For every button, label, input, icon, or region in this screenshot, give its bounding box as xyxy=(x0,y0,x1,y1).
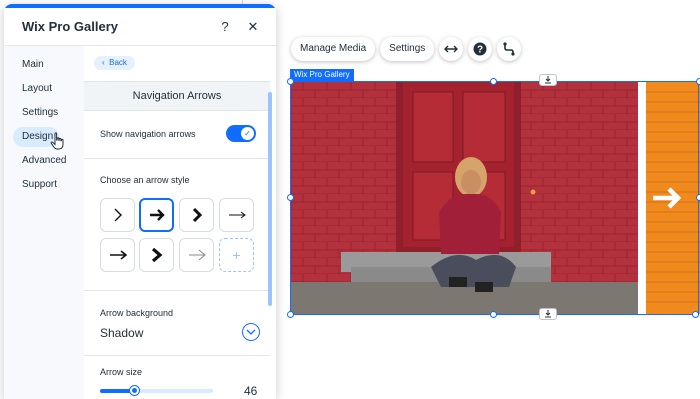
check-icon: ✓ xyxy=(241,127,254,140)
close-icon: ✕ xyxy=(247,18,259,34)
sidebar-item-label: Main xyxy=(22,59,44,70)
arrow-size-value[interactable]: 46 xyxy=(244,384,257,398)
section-title: Navigation Arrows xyxy=(84,81,270,111)
back-label: Back xyxy=(109,58,127,67)
sidebar-item-label: Settings xyxy=(22,107,59,118)
arrow-size-label: Arrow size xyxy=(100,367,143,377)
resize-handle[interactable] xyxy=(696,194,700,201)
add-arrow-style-button[interactable]: + xyxy=(219,238,254,272)
plus-icon: + xyxy=(232,247,241,263)
sidebar-item-label: Advanced xyxy=(22,155,67,166)
panel-title: Wix Pro Gallery xyxy=(22,19,118,34)
divider xyxy=(84,355,270,356)
bold-chevron-icon xyxy=(192,207,202,223)
sidebar-item-support[interactable]: Support xyxy=(4,173,84,197)
connect-icon[interactable] xyxy=(497,37,522,61)
sidebar-item-design[interactable]: Design xyxy=(4,125,84,150)
divider xyxy=(84,290,270,291)
resize-handle[interactable] xyxy=(490,78,497,85)
gallery-selection-frame xyxy=(290,81,699,315)
sidebar-item-label: Support xyxy=(22,179,58,190)
arrow-style-bold-arrow[interactable] xyxy=(139,198,174,232)
thin-long-arrow-icon xyxy=(228,211,246,219)
help-button[interactable]: ? xyxy=(214,16,236,38)
settings-button[interactable]: Settings xyxy=(380,37,435,61)
resize-handle[interactable] xyxy=(490,311,497,318)
stretch-icon[interactable] xyxy=(439,37,464,61)
resize-handle[interactable] xyxy=(287,194,294,201)
arrow-style-heavy-chevron[interactable] xyxy=(139,238,174,272)
light-arrow-icon xyxy=(188,249,206,261)
download-icon[interactable] xyxy=(539,74,557,86)
arrow-style-light-arrow[interactable] xyxy=(179,238,214,272)
panel-sidebar: Main Layout Settings Design Advanced Sup… xyxy=(4,46,84,399)
sidebar-item-layout[interactable]: Layout xyxy=(4,77,84,101)
help-icon[interactable]: ? xyxy=(468,37,493,61)
divider xyxy=(84,158,270,159)
show-arrows-label: Show navigation arrows xyxy=(100,129,196,139)
arrow-style-medium-arrow[interactable] xyxy=(100,238,135,272)
sidebar-item-settings[interactable]: Settings xyxy=(4,101,84,125)
svg-text:?: ? xyxy=(477,45,483,56)
resize-handle[interactable] xyxy=(692,311,699,318)
sidebar-item-label: Layout xyxy=(22,83,53,94)
download-icon[interactable] xyxy=(539,308,557,320)
resize-handle[interactable] xyxy=(287,311,294,318)
resize-handle[interactable] xyxy=(696,78,700,85)
panel-content: ‹ Back Navigation Arrows Show navigation… xyxy=(84,46,276,399)
manage-media-button[interactable]: Manage Media xyxy=(291,37,376,61)
chevron-down-icon[interactable] xyxy=(242,323,260,341)
thin-chevron-icon xyxy=(114,208,122,222)
arrow-background-dropdown[interactable]: Shadow xyxy=(100,326,143,340)
help-icon: ? xyxy=(221,19,229,34)
arrow-background-label: Arrow background xyxy=(100,308,174,318)
panel-header[interactable]: Wix Pro Gallery ? ✕ xyxy=(4,8,276,46)
bold-arrow-icon xyxy=(149,209,165,221)
close-button[interactable]: ✕ xyxy=(242,16,264,38)
sidebar-item-advanced[interactable]: Advanced xyxy=(4,149,84,173)
heavy-chevron-icon xyxy=(151,247,162,263)
resize-handle[interactable] xyxy=(287,78,294,85)
arrow-style-label: Choose an arrow style xyxy=(100,175,190,185)
editor-canvas: Wix Pro Gallery ? ✕ Main Layout Settings… xyxy=(0,0,700,399)
back-button[interactable]: ‹ Back xyxy=(94,56,135,70)
arrow-style-thin-chevron[interactable] xyxy=(100,198,135,232)
show-arrows-toggle[interactable]: ✓ xyxy=(226,125,256,142)
gallery-toolbar: Manage Media Settings ? xyxy=(291,37,526,61)
panel-scrollbar[interactable] xyxy=(268,92,272,306)
gallery-tag[interactable]: Wix Pro Gallery xyxy=(290,69,354,81)
sidebar-item-label: Design xyxy=(22,131,54,142)
hand-cursor-icon xyxy=(50,132,64,150)
slider-fill xyxy=(100,389,134,393)
medium-arrow-icon xyxy=(109,250,127,260)
sidebar-item-main[interactable]: Main xyxy=(4,53,84,77)
arrow-style-thin-long-arrow[interactable] xyxy=(219,198,254,232)
arrow-size-slider[interactable] xyxy=(100,386,213,395)
gallery-settings-panel: Wix Pro Gallery ? ✕ Main Layout Settings… xyxy=(4,4,276,399)
arrow-style-bold-chevron[interactable] xyxy=(179,198,214,232)
slider-handle[interactable] xyxy=(129,386,139,395)
